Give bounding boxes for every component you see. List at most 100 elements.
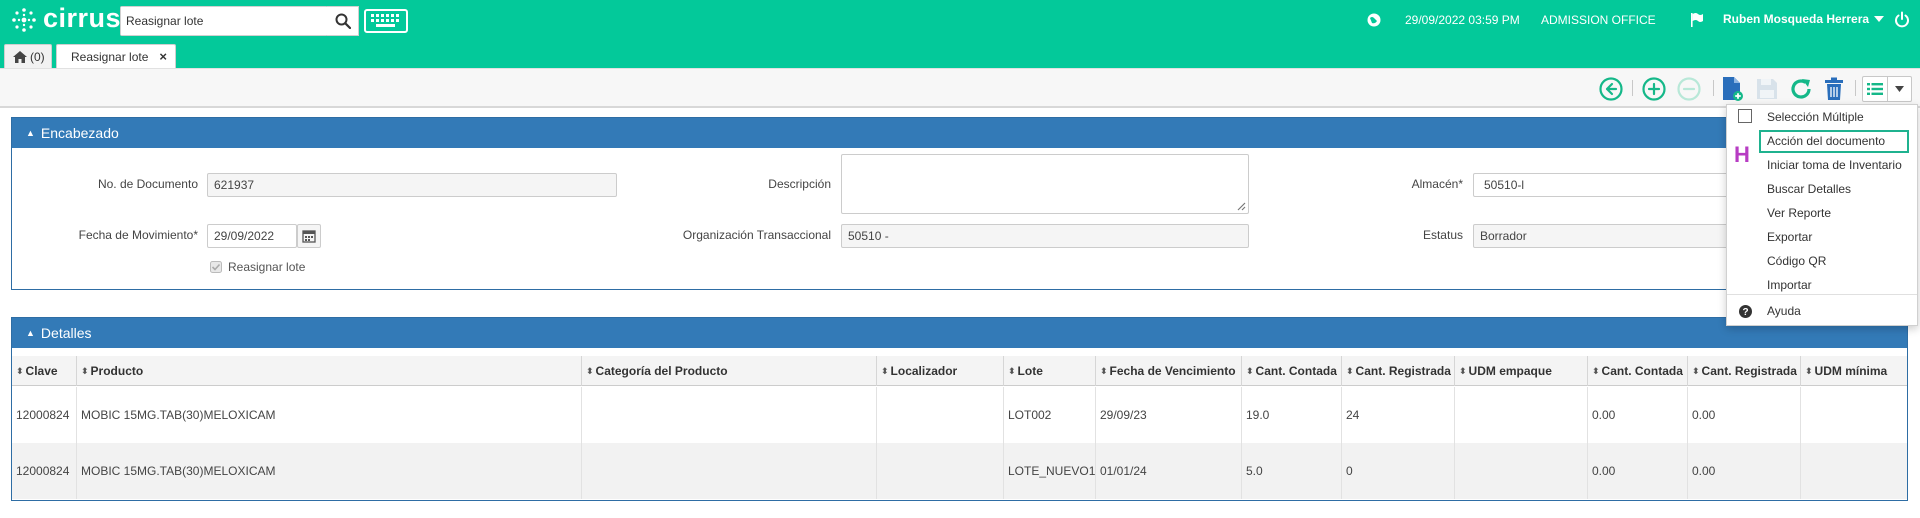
- svg-text:?: ?: [1742, 307, 1748, 318]
- sort-icon: ⬍: [1346, 365, 1354, 376]
- org-transaccional-label: Organización Transaccional: [682, 228, 831, 242]
- resize-handle-icon[interactable]: [1236, 201, 1246, 211]
- tab-strip: (0) Reasignar lote ×: [0, 42, 1920, 68]
- menu-dropdown-toggle[interactable]: [1887, 77, 1911, 101]
- sort-icon: ⬍: [1692, 365, 1700, 376]
- cell-producto: MOBIC 15MG.TAB(30)MELOXICAM: [77, 387, 582, 443]
- flag-icon[interactable]: [1689, 12, 1705, 28]
- save-button[interactable]: [1754, 76, 1780, 102]
- cell-udm-empaque: [1455, 387, 1588, 443]
- menu-item-importar[interactable]: Importar: [1767, 278, 1812, 292]
- almacen-label: Almacén*: [1411, 177, 1463, 191]
- fecha-movimiento-field[interactable]: 29/09/2022: [207, 224, 297, 248]
- description-label: Descripción: [768, 177, 831, 191]
- globe-icon[interactable]: [1366, 12, 1382, 28]
- actions-dropdown-menu: Selección Múltiple Acción del documento …: [1726, 104, 1918, 326]
- cell-cant-contada: 5.0: [1242, 443, 1342, 499]
- col-header-cant-registrada-2[interactable]: ⬍ Cant. Registrada: [1688, 356, 1801, 386]
- col-header-lote[interactable]: ⬍ Lote: [1004, 356, 1096, 386]
- power-icon[interactable]: [1894, 11, 1910, 29]
- cell-categoria: [582, 387, 877, 443]
- cell-cant-registrada-2: 0.00: [1688, 387, 1801, 443]
- office-name[interactable]: ADMISSION OFFICE: [1541, 13, 1656, 27]
- cell-localizador: [877, 387, 1004, 443]
- table-row[interactable]: 12000824 MOBIC 15MG.TAB(30)MELOXICAM LOT…: [12, 443, 1907, 499]
- cell-producto: MOBIC 15MG.TAB(30)MELOXICAM: [77, 443, 582, 499]
- current-datetime: 29/09/2022 03:59 PM: [1405, 13, 1520, 27]
- calendar-button[interactable]: [297, 224, 321, 248]
- delete-button[interactable]: [1821, 76, 1847, 102]
- detalles-title: Detalles: [40, 325, 92, 341]
- col-header-cant-contada-2[interactable]: ⬍ Cant. Contada: [1588, 356, 1688, 386]
- tab-reasignar-lote[interactable]: Reasignar lote ×: [56, 44, 176, 68]
- cell-clave: 12000824: [12, 387, 77, 443]
- estatus-field[interactable]: Borrador: [1473, 224, 1731, 248]
- search-button[interactable]: [327, 6, 359, 36]
- search-box: [120, 6, 328, 36]
- arrow-left-circle-icon: [1599, 77, 1623, 101]
- encabezado-header[interactable]: ▲ Encabezado: [12, 118, 1907, 148]
- multi-select-checkbox[interactable]: [1738, 109, 1752, 123]
- description-textarea[interactable]: [841, 154, 1249, 214]
- sort-icon: ⬍: [16, 365, 24, 376]
- menu-item-codigo-qr[interactable]: Código QR: [1767, 254, 1826, 268]
- actions-menu-button[interactable]: [1862, 76, 1912, 102]
- table-row[interactable]: 12000824 MOBIC 15MG.TAB(30)MELOXICAM LOT…: [12, 387, 1907, 443]
- menu-item-buscar-detalles[interactable]: Buscar Detalles: [1767, 182, 1851, 196]
- chevron-down-icon: [1874, 16, 1885, 22]
- col-header-udm-empaque[interactable]: ⬍ UDM empaque: [1455, 356, 1588, 386]
- doc-number-field[interactable]: 621937: [207, 173, 617, 197]
- estatus-label: Estatus: [1422, 228, 1463, 242]
- col-header-cant-contada[interactable]: ⬍ Cant. Contada: [1242, 356, 1342, 386]
- toolbar-separator: [1713, 80, 1714, 96]
- reasignar-lote-checkbox[interactable]: [210, 261, 222, 273]
- collapse-caret-icon: ▲: [26, 328, 35, 338]
- sort-icon: ⬍: [1100, 365, 1108, 376]
- close-tab-icon[interactable]: ×: [159, 49, 167, 64]
- menu-item-ver-reporte[interactable]: Ver Reporte: [1767, 206, 1831, 220]
- toolbar-separator: [1632, 80, 1633, 96]
- col-header-udm-minima[interactable]: ⬍ UDM mínima: [1801, 356, 1907, 386]
- fecha-movimiento-label: Fecha de Movimiento*: [78, 228, 198, 242]
- org-transaccional-field[interactable]: 50510 -: [841, 224, 1249, 248]
- sort-icon: ⬍: [586, 365, 594, 376]
- menu-item-exportar[interactable]: Exportar: [1767, 230, 1812, 244]
- toolbar-separator: [1855, 80, 1856, 96]
- menu-item-accion-documento[interactable]: Acción del documento: [1767, 134, 1885, 148]
- menu-item-iniciar-toma[interactable]: Iniciar toma de Inventario: [1767, 158, 1902, 172]
- cell-lote: LOTE_NUEVO1: [1004, 443, 1096, 499]
- cirrus-logo[interactable]: cirrus: [10, 3, 122, 35]
- col-header-categoria[interactable]: ⬍ Categoría del Producto: [582, 356, 877, 386]
- plus-circle-icon: [1642, 77, 1666, 101]
- detalles-header[interactable]: ▲ Detalles: [12, 318, 1907, 348]
- brand-name: cirrus: [43, 3, 122, 33]
- user-menu[interactable]: Ruben Mosqueda Herrera: [1723, 12, 1885, 26]
- home-icon: [13, 50, 27, 63]
- keyboard-button[interactable]: [364, 9, 408, 33]
- almacen-field[interactable]: 50510-l: [1473, 173, 1731, 197]
- search-input[interactable]: [121, 7, 327, 35]
- trash-icon: [1825, 77, 1843, 100]
- col-header-fecha-vencimiento[interactable]: ⬍ Fecha de Vencimiento: [1096, 356, 1242, 386]
- col-header-localizador[interactable]: ⬍ Localizador: [877, 356, 1004, 386]
- cell-localizador: [877, 443, 1004, 499]
- add-button[interactable]: [1641, 76, 1667, 102]
- col-header-cant-registrada[interactable]: ⬍ Cant. Registrada: [1342, 356, 1455, 386]
- fecha-movimiento-value: 29/09/2022: [214, 229, 275, 243]
- col-header-clave[interactable]: ⬍ Clave: [12, 356, 77, 386]
- refresh-icon: [1791, 79, 1811, 99]
- sort-icon: ⬍: [1246, 365, 1254, 376]
- cell-udm-minima: [1801, 387, 1907, 443]
- menu-item-ayuda[interactable]: Ayuda: [1767, 304, 1801, 318]
- back-button[interactable]: [1598, 76, 1624, 102]
- tab-home[interactable]: (0): [4, 44, 52, 68]
- list-view-button[interactable]: [1863, 77, 1887, 101]
- col-header-producto[interactable]: ⬍ Producto: [77, 356, 582, 386]
- cell-cant-contada: 19.0: [1242, 387, 1342, 443]
- new-document-button[interactable]: [1719, 76, 1745, 102]
- remove-button[interactable]: [1676, 76, 1702, 102]
- menu-item-seleccion-multiple[interactable]: Selección Múltiple: [1767, 110, 1864, 124]
- cell-lote: LOT002: [1004, 387, 1096, 443]
- refresh-button[interactable]: [1788, 76, 1814, 102]
- cell-clave: 12000824: [12, 443, 77, 499]
